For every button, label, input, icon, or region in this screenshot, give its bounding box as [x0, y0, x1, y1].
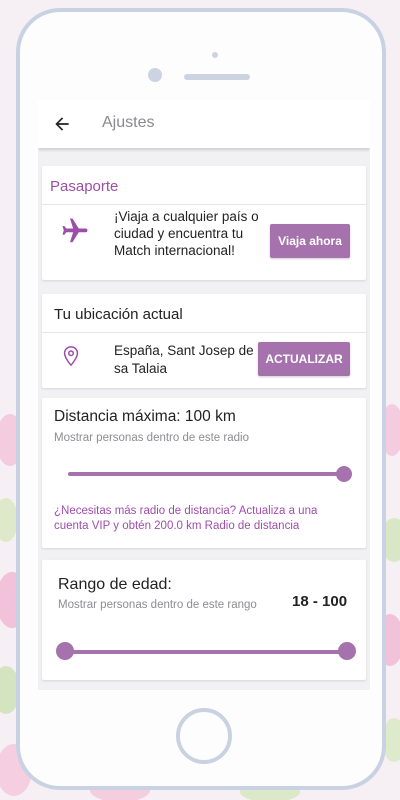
update-location-button[interactable]: ACTUALIZAR	[258, 342, 350, 376]
location-card: Tu ubicación actual España, Sant Josep d…	[42, 294, 366, 388]
max-distance-subtitle: Mostrar personas dentro de este radio	[54, 432, 249, 444]
max-distance-title: Distancia máxima: 100 km	[54, 408, 236, 425]
plane-icon	[62, 218, 88, 243]
age-min-thumb[interactable]	[56, 642, 74, 660]
current-location-value: España, Sant Josep de sa Talaia	[114, 343, 254, 376]
home-button[interactable]	[176, 708, 232, 764]
divider	[42, 332, 366, 333]
passport-card: Pasaporte ¡Viaja a cualquier país o ciud…	[42, 166, 366, 280]
age-range-value: 18 - 100	[292, 593, 348, 610]
app-bar: Ajustes	[38, 100, 370, 148]
distance-slider-track[interactable]	[68, 472, 348, 476]
passport-title: Pasaporte	[50, 178, 119, 195]
location-title: Tu ubicación actual	[54, 306, 183, 323]
distance-slider-thumb[interactable]	[336, 466, 352, 482]
age-range-title: Rango de edad:	[58, 576, 172, 593]
back-arrow-icon[interactable]	[52, 114, 72, 134]
settings-screen: Ajustes Pasaporte ¡Viaja a cualquier paí…	[38, 100, 370, 690]
passport-description: ¡Viaja a cualquier país o ciudad y encue…	[114, 209, 259, 258]
page-title: Ajustes	[102, 114, 155, 131]
age-range-subtitle: Mostrar personas dentro de este rango	[58, 599, 257, 611]
phone-camera	[148, 68, 162, 82]
location-pin-icon	[63, 346, 79, 367]
phone-sensor	[212, 52, 218, 58]
divider	[42, 204, 366, 205]
distance-card: Distancia máxima: 100 km Mostrar persona…	[42, 398, 366, 548]
age-slider-track[interactable]	[64, 650, 348, 654]
phone-speaker	[184, 74, 250, 80]
travel-now-button[interactable]: Viaja ahora	[270, 224, 350, 258]
vip-upgrade-link[interactable]: ¿Necesitas más radio de distancia? Actua…	[54, 504, 354, 534]
age-max-thumb[interactable]	[338, 642, 356, 660]
age-card: Rango de edad: Mostrar personas dentro d…	[42, 560, 366, 680]
